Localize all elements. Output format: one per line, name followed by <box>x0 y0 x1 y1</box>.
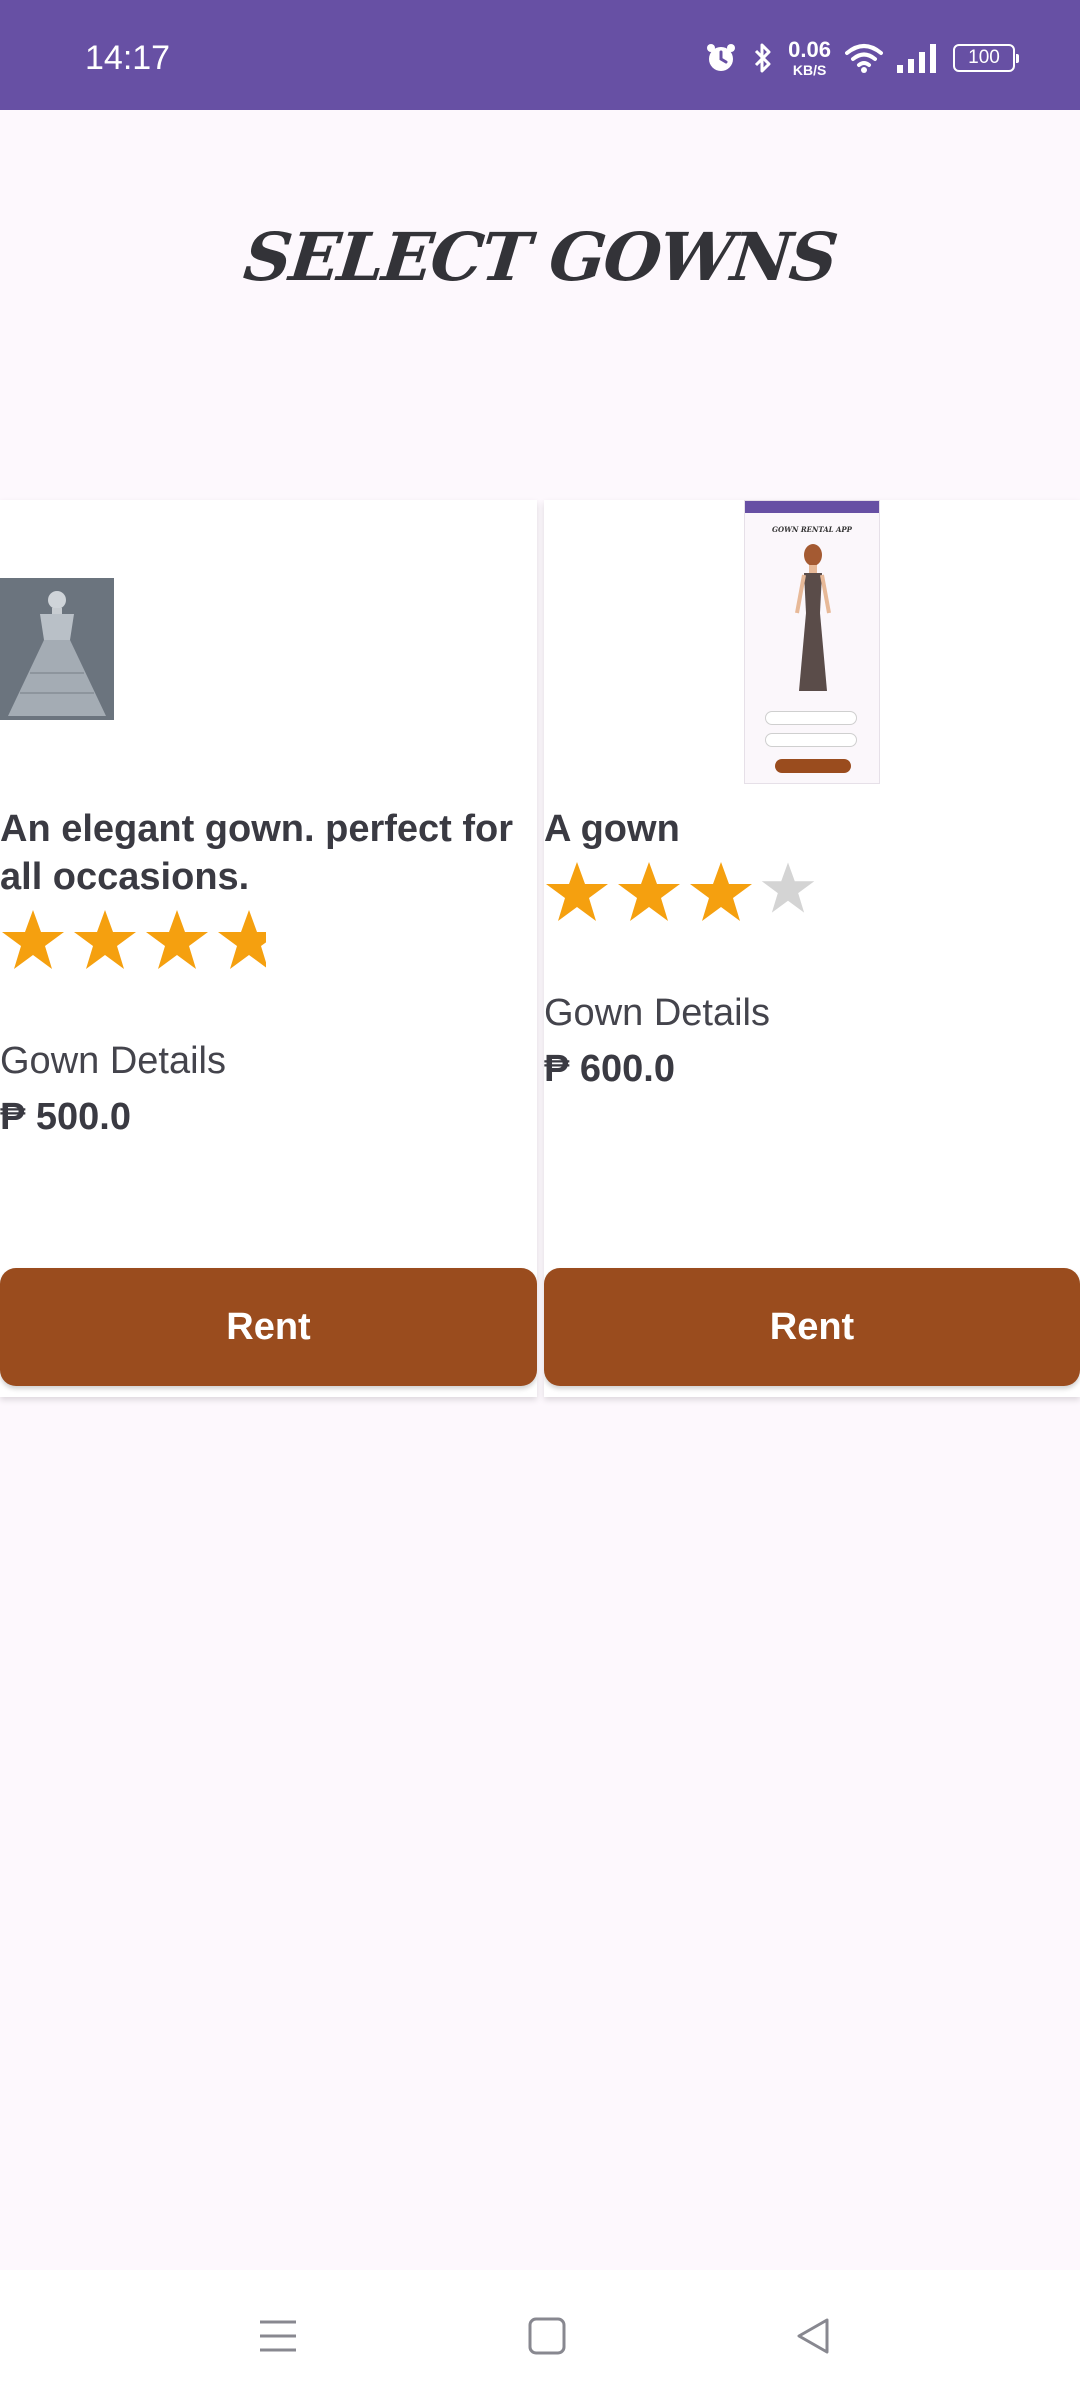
rating-stars <box>544 860 816 924</box>
gown-price: ₱ 500.0 <box>0 1096 131 1138</box>
gown-details-label: Gown Details <box>544 992 770 1034</box>
back-icon[interactable] <box>783 2306 843 2366</box>
gown-image: GOWN RENTAL APP <box>744 500 880 784</box>
thumbnail-status-bar <box>745 501 879 513</box>
star-filled-icon <box>616 860 682 924</box>
gown-title: An elegant gown. perfect for all occasio… <box>0 808 514 898</box>
star-filled-icon <box>688 860 754 924</box>
home-icon[interactable] <box>517 2306 577 2366</box>
star-empty-icon <box>760 860 816 924</box>
network-speed: 0.06 KB/S <box>788 37 831 78</box>
gown-card: An elegant gown. perfect for all occasio… <box>0 500 537 1397</box>
menu-icon[interactable] <box>248 2306 308 2366</box>
gown-image <box>0 578 114 720</box>
gown-title: A gown <box>544 808 680 850</box>
rating-stars <box>0 908 266 972</box>
battery-level: 100 <box>968 47 1000 68</box>
status-bar: 14:17 0.06 KB/S 100 <box>0 0 1080 110</box>
star-filled-icon <box>216 908 266 972</box>
wifi-icon <box>845 43 883 73</box>
rent-button[interactable]: Rent <box>0 1268 537 1386</box>
alarm-icon <box>704 41 738 75</box>
network-speed-unit: KB/S <box>792 62 827 78</box>
system-nav-bar <box>0 2270 1080 2400</box>
thumbnail-title: GOWN RENTAL APP <box>772 525 852 534</box>
gown-details-label: Gown Details <box>0 1040 226 1082</box>
thumbnail-login-button <box>775 759 851 773</box>
bluetooth-icon <box>752 41 774 75</box>
battery-icon: 100 <box>953 44 1019 72</box>
signal-icon <box>897 43 939 73</box>
network-speed-value: 0.06 <box>788 37 831 62</box>
rent-button[interactable]: Rent <box>544 1268 1080 1386</box>
page-title: SELECT GOWNS <box>240 218 840 296</box>
star-filled-icon <box>544 860 610 924</box>
star-filled-icon <box>0 908 66 972</box>
thumbnail-password-field <box>765 733 857 747</box>
gown-price: ₱ 600.0 <box>544 1048 675 1090</box>
status-icons: 0.06 KB/S 100 <box>704 36 1019 80</box>
thumbnail-username-field <box>765 711 857 725</box>
gown-card: GOWN RENTAL APP A gown Gown Details ₱ 60… <box>544 500 1080 1397</box>
gown-model-figure <box>795 544 831 691</box>
star-filled-icon <box>144 908 210 972</box>
status-time: 14:17 <box>85 39 171 77</box>
star-filled-icon <box>72 908 138 972</box>
